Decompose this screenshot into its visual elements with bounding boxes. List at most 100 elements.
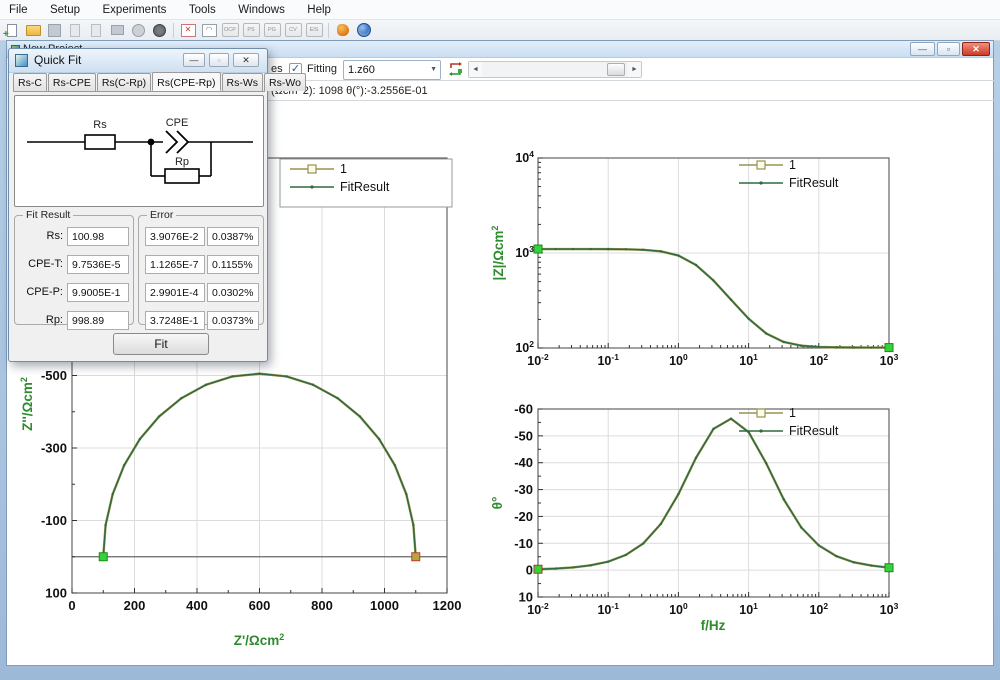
dataset-scrollbar[interactable]: ◄ ► <box>468 61 642 78</box>
quick-fit-titlebar[interactable]: Quick Fit — ▫ ✕ <box>9 49 267 73</box>
param-value-field[interactable]: 100.98 <box>67 227 129 246</box>
svg-text:-20: -20 <box>514 509 533 524</box>
svg-text:Z'/Ωcm2: Z'/Ωcm2 <box>234 632 285 648</box>
ps-mode-button[interactable]: PS <box>242 22 260 39</box>
svg-text:10-2: 10-2 <box>527 352 549 368</box>
svg-text:-10: -10 <box>514 536 533 551</box>
svg-text:10-1: 10-1 <box>597 352 619 368</box>
row-divider <box>265 100 994 101</box>
fitting-label: Fitting <box>307 63 337 75</box>
svg-text:1200: 1200 <box>433 598 462 613</box>
duplicate-icon[interactable] <box>87 22 105 39</box>
chart-icon[interactable]: ◠ <box>200 22 218 39</box>
ocp-mode-button[interactable]: OCP <box>221 22 239 39</box>
svg-text:10: 10 <box>519 590 533 605</box>
menu-experiments[interactable]: Experiments <box>94 1 176 19</box>
svg-text:θ°: θ° <box>490 497 505 510</box>
tab-rs-cpe[interactable]: Rs-CPE <box>48 73 96 91</box>
svg-text:103: 103 <box>880 352 899 368</box>
menu-windows[interactable]: Windows <box>229 1 294 19</box>
param-value-field[interactable]: 9.9005E-1 <box>67 283 129 302</box>
svg-text:-300: -300 <box>41 441 67 456</box>
svg-text:-40: -40 <box>514 455 533 470</box>
svg-text:FitResult: FitResult <box>789 424 839 438</box>
dialog-close-button[interactable]: ✕ <box>233 53 259 67</box>
pg-mode-button[interactable]: PG <box>263 22 281 39</box>
close-button[interactable]: ✕ <box>962 42 990 56</box>
tab-rs-cpe-rp[interactable]: Rs(CPE-Rp) <box>152 72 220 91</box>
toolbar: + ✕ ◠ OCP PS PG CV EIS <box>0 20 1000 41</box>
svg-text:10-1: 10-1 <box>597 601 619 617</box>
error-pct-field: 0.1155% <box>207 255 259 274</box>
param-value-field[interactable]: 9.7536E-5 <box>67 255 129 274</box>
new-file-icon[interactable]: + <box>3 22 21 39</box>
circuit-diagram-panel: Rs CPE Rp <box>14 95 264 207</box>
dialog-maximize-button[interactable]: ▫ <box>209 53 229 67</box>
menu-setup[interactable]: Setup <box>41 1 89 19</box>
stop-icon[interactable] <box>129 22 147 39</box>
record-icon[interactable] <box>150 22 168 39</box>
copy-icon[interactable] <box>66 22 84 39</box>
cpe-label: CPE <box>166 117 189 129</box>
param-label: Rp: <box>17 314 63 326</box>
svg-text:101: 101 <box>739 601 758 617</box>
model-tabs: Rs-CRs-CPERs(C-Rp)Rs(CPE-Rp)Rs-WsRs-Wo <box>13 73 265 92</box>
error-pct-field: 0.0387% <box>207 227 259 246</box>
scroll-left-icon[interactable]: ◄ <box>469 62 482 77</box>
cv-mode-button[interactable]: CV <box>284 22 302 39</box>
error-field: 1.1265E-7 <box>145 255 205 274</box>
toolbar-separator <box>173 23 174 38</box>
svg-text:1: 1 <box>340 162 347 176</box>
param-value-field[interactable]: 998.89 <box>67 311 129 330</box>
fit-button[interactable]: Fit <box>113 333 209 355</box>
svg-text:100: 100 <box>45 586 67 601</box>
svg-text:-500: -500 <box>41 368 67 383</box>
open-file-icon[interactable] <box>24 22 42 39</box>
svg-text:-30: -30 <box>514 482 533 497</box>
eis-mode-button[interactable]: EIS <box>305 22 323 39</box>
web-globe-icon[interactable] <box>355 22 373 39</box>
error-pct-field: 0.0302% <box>207 283 259 302</box>
svg-text:200: 200 <box>124 598 146 613</box>
save-icon[interactable] <box>45 22 63 39</box>
tab-rs-c[interactable]: Rs-C <box>13 73 47 91</box>
application-window: File Setup Experiments Tools Windows Hel… <box>0 0 1000 680</box>
print-icon[interactable] <box>108 22 126 39</box>
maximize-button[interactable]: ▫ <box>937 42 960 56</box>
svg-text:f/Hz: f/Hz <box>701 618 726 633</box>
bode-magnitude-plot: 10-210-11001011021031041031021FitResult|… <box>489 149 909 374</box>
row-divider <box>265 80 994 81</box>
hand-tool-icon[interactable] <box>334 22 352 39</box>
swap-datasets-icon[interactable] <box>447 61 464 78</box>
dataset-combobox[interactable]: 1.z60 ▼ <box>343 60 441 80</box>
fit-result-group: Fit Result Rs: 100.98 CPE-T: 9.7536E-5 C… <box>14 215 134 325</box>
menu-file[interactable]: File <box>0 1 37 19</box>
menu-bar: File Setup Experiments Tools Windows Hel… <box>0 0 1000 20</box>
svg-text:1000: 1000 <box>370 598 399 613</box>
delete-chart-icon[interactable]: ✕ <box>179 22 197 39</box>
minimize-button[interactable]: — <box>910 42 935 56</box>
dialog-minimize-button[interactable]: — <box>183 53 205 67</box>
svg-text:600: 600 <box>249 598 271 613</box>
svg-text:800: 800 <box>311 598 333 613</box>
error-field: 3.9076E-2 <box>145 227 205 246</box>
menu-tools[interactable]: Tools <box>180 1 225 19</box>
tab-rs-wo[interactable]: Rs-Wo <box>264 73 306 91</box>
quick-fit-title: Quick Fit <box>34 53 81 67</box>
rs-label: Rs <box>93 119 107 131</box>
menu-help[interactable]: Help <box>298 1 340 19</box>
scrollbar-thumb[interactable] <box>607 63 625 76</box>
svg-text:0: 0 <box>526 563 533 578</box>
param-label: CPE-T: <box>17 258 63 270</box>
svg-text:FitResult: FitResult <box>340 180 390 194</box>
svg-text:100: 100 <box>669 601 688 617</box>
svg-text:100: 100 <box>669 352 688 368</box>
tab-rs-c-rp[interactable]: Rs(C-Rp) <box>97 73 151 91</box>
svg-text:|Z|/Ωcm2: |Z|/Ωcm2 <box>490 226 506 281</box>
svg-text:103: 103 <box>515 244 534 260</box>
tab-rs-ws[interactable]: Rs-Ws <box>222 73 264 91</box>
error-field: 2.9901E-4 <box>145 283 205 302</box>
svg-text:Z''/Ωcm2: Z''/Ωcm2 <box>19 377 35 431</box>
scroll-right-icon[interactable]: ► <box>628 62 641 77</box>
fit-result-group-label: Fit Result <box>23 209 73 221</box>
